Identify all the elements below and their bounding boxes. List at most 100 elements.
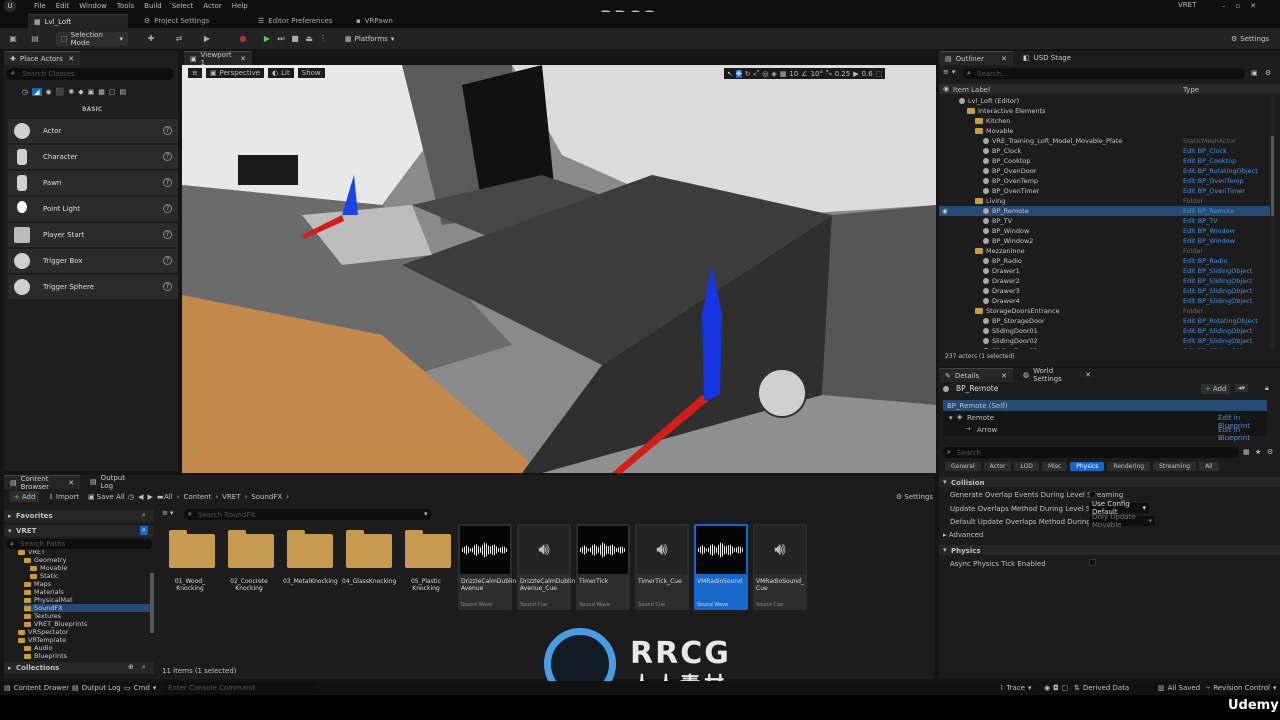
collision-section-header[interactable]: ▾ Collision — [939, 477, 1280, 487]
filter-lod[interactable]: LOD — [1014, 462, 1039, 471]
tree-folder[interactable]: Geometry — [24, 556, 150, 564]
edit-blueprint-link[interactable]: Edit BP_TV — [1183, 217, 1218, 225]
rotation-snap-icon[interactable]: ∠ — [801, 70, 807, 78]
all-classes-icon[interactable]: ▦ — [98, 88, 105, 96]
visibility-icon[interactable]: ◉ — [942, 207, 948, 215]
outliner-row[interactable]: Drawer4 Edit BP_SlidingObject — [939, 296, 1270, 306]
tab-vrpawn[interactable]: ▪ VRPawn — [350, 14, 430, 28]
outliner-row[interactable]: Kitchen — [939, 116, 1270, 126]
maximize-viewport-icon[interactable]: ⬚ — [876, 70, 883, 78]
close-icon[interactable]: ✕ — [1001, 372, 1007, 380]
edit-blueprint-link[interactable]: Edit BP_RotatingObject — [1183, 167, 1258, 175]
async-physics-checkbox[interactable] — [1089, 559, 1096, 566]
asset-tile[interactable]: 🔊︎ DrizzleCalmDublin Avenue_Cue Sound Cue — [517, 524, 575, 610]
tree-folder[interactable]: VRTemplate — [18, 636, 150, 644]
level-viewport[interactable]: ≡ ▣ Perspective ◐ Lit Show ↖ ✥ ↻ ⤢ ◎ ◈ ▦ 1… — [182, 65, 936, 473]
column-item-label[interactable]: Item Label — [953, 86, 990, 94]
outliner-row[interactable]: BP_Radio Edit BP_Radio — [939, 256, 1270, 266]
lights-icon[interactable]: ◉ — [46, 88, 52, 96]
tree-folder[interactable]: SoundFX — [24, 604, 150, 612]
settings-icon[interactable]: ⚙ — [1267, 448, 1273, 456]
outliner-row[interactable]: SlidingDoor02 Edit BP_SlidingObject — [939, 336, 1270, 346]
perspective-dropdown[interactable]: ▣ Perspective — [205, 68, 265, 78]
tree-scrollbar[interactable] — [150, 573, 154, 633]
actor-item-point-light[interactable]: Point Light? — [8, 197, 178, 221]
asset-tile[interactable]: 🔊︎ TimerTick_Cue Sound Cue — [635, 524, 689, 610]
search-icon[interactable]: ⌕ — [142, 511, 146, 520]
add-collection-icon[interactable]: ⊕ — [128, 663, 134, 671]
property-matrix-icon[interactable]: ▦ — [1243, 448, 1250, 456]
camera-speed-icon[interactable]: ▶ — [853, 70, 858, 78]
tab-outliner[interactable]: ▤ Outliner ✕ — [939, 51, 1013, 65]
edit-blueprint-link[interactable]: Edit BP_SlidingObject — [1183, 287, 1252, 295]
edit-in-blueprint-link[interactable]: Edit in Blueprint — [1218, 426, 1267, 442]
blueprint-menu-icon[interactable]: ⇄ — [174, 34, 184, 44]
scale-snap-value[interactable]: 0.25 — [835, 70, 851, 78]
menu-edit[interactable]: Edit — [56, 2, 70, 10]
tree-folder[interactable]: Movable — [30, 564, 150, 572]
menu-file[interactable]: File — [34, 2, 46, 10]
component-row[interactable]: ▾ ◈ Remote Edit in Blueprint — [943, 412, 1267, 430]
menu-help[interactable]: Help — [232, 2, 248, 10]
edit-blueprint-link[interactable]: Edit BP_SlidingObject — [1183, 327, 1252, 335]
save-all-button[interactable]: ▣ Save All — [88, 491, 125, 502]
lock-icon[interactable]: 🔒︎ — [1265, 384, 1269, 393]
cmd-dropdown[interactable]: ▭ Cmd ▾ — [124, 684, 156, 692]
outliner-row[interactable]: BP_OvenTimer Edit BP_OvenTimer — [939, 186, 1270, 196]
tab-usd-stage[interactable]: ◧ USD Stage — [1017, 51, 1083, 65]
tab-editor-preferences[interactable]: ☰ Editor Preferences — [252, 14, 352, 28]
filter-all[interactable]: All — [1199, 462, 1219, 471]
scale-icon[interactable]: ⤢ — [754, 69, 760, 78]
asset-tile[interactable]: 02_Concrete Knocking — [222, 524, 276, 610]
edit-blueprint-link[interactable]: Edit BP_Clock — [1183, 147, 1227, 155]
actor-item-trigger-box[interactable]: Trigger Box? — [8, 249, 178, 273]
tree-folder[interactable]: Blueprints — [24, 652, 150, 660]
edit-blueprint-link[interactable]: Edit BP_Cooktop — [1183, 157, 1236, 165]
close-icon[interactable]: ✕ — [240, 55, 246, 63]
camera-speed-value[interactable]: 0.6 — [862, 70, 873, 78]
details-search-input[interactable]: ⌕ Search — [943, 447, 1239, 458]
outliner-row[interactable]: BP_Window Edit BP_Window — [939, 226, 1270, 236]
selection-mode-dropdown[interactable]: ⬚ Selection Mode ▾ — [56, 31, 128, 47]
visual-effects-icon[interactable]: ✺ — [68, 88, 74, 96]
search-classes-field[interactable]: ⌕ Search Classes — [6, 68, 174, 80]
forward-icon[interactable]: ▶ — [148, 493, 153, 501]
outliner-row[interactable]: Living Folder — [939, 196, 1270, 206]
edit-blueprint-link[interactable]: Edit BP_Remote — [1183, 207, 1234, 215]
content-settings-button[interactable]: ⚙ Settings — [896, 491, 933, 502]
menu-actor[interactable]: Actor — [203, 2, 221, 10]
asset-tile[interactable]: 05_Plastic Knocking — [399, 524, 453, 610]
surface-snap-icon[interactable]: ◈ — [771, 70, 776, 78]
update-overlaps-dropdown[interactable]: Use Config Default ▾ — [1089, 500, 1149, 516]
outliner-row[interactable]: BP_OvenDoor Edit BP_RotatingObject — [939, 166, 1270, 176]
settings-button[interactable]: ⚙ Settings — [1226, 32, 1274, 46]
rotation-value-icon[interactable]: 10° — [811, 70, 823, 78]
outliner-row[interactable]: BP_StorageDoor Edit BP_RotatingObject — [939, 316, 1270, 326]
outliner-row[interactable]: BP_Clock Edit BP_Clock — [939, 146, 1270, 156]
outliner-row[interactable]: SlidingDoor03 Edit BP_SlidingObject — [939, 346, 1270, 349]
search-icon[interactable]: ⌕ — [140, 526, 148, 535]
outliner-row[interactable]: SlidingDoor01 Edit BP_SlidingObject — [939, 326, 1270, 336]
add-folder-icon[interactable]: ▣ — [1251, 69, 1258, 77]
minimize-icon[interactable]: – — [1222, 2, 1226, 10]
edit-blueprint-link[interactable]: Edit BP_OvenTemp — [1183, 177, 1244, 185]
asset-filter[interactable]: ≡ ▾ — [162, 509, 173, 517]
help-icon[interactable]: ? — [163, 230, 172, 239]
search-paths-input[interactable]: ⌕ Search Paths — [6, 539, 152, 549]
scale-snap-icon[interactable]: ⤡ — [826, 69, 832, 78]
save-icon[interactable]: ▣ — [8, 34, 18, 44]
eject-icon[interactable]: ⏏ — [304, 34, 314, 44]
edit-blueprint-link[interactable]: Edit BP_SlidingObject — [1183, 297, 1252, 305]
revision-control-button[interactable]: ⑂ Revision Control ▾ — [1206, 684, 1277, 692]
outliner-row[interactable]: Interactive Elements — [939, 106, 1270, 116]
outliner-row[interactable]: BP_Cooktop Edit BP_Cooktop — [939, 156, 1270, 166]
record-icon[interactable]: ◉ — [1044, 684, 1050, 692]
help-icon[interactable]: ? — [163, 204, 172, 213]
back-icon[interactable]: ◀ — [138, 493, 143, 501]
asset-search-input[interactable]: ⌕ Search SoundFX ▾ — [184, 509, 432, 520]
close-icon[interactable]: ✕ — [1250, 2, 1256, 10]
close-icon[interactable]: ✕ — [68, 479, 74, 487]
breadcrumb-item[interactable]: VRET — [222, 493, 240, 501]
edit-blueprint-link[interactable]: Edit BP_SlidingObject — [1183, 337, 1252, 345]
viewport-menu-icon[interactable]: ≡ — [188, 68, 202, 78]
